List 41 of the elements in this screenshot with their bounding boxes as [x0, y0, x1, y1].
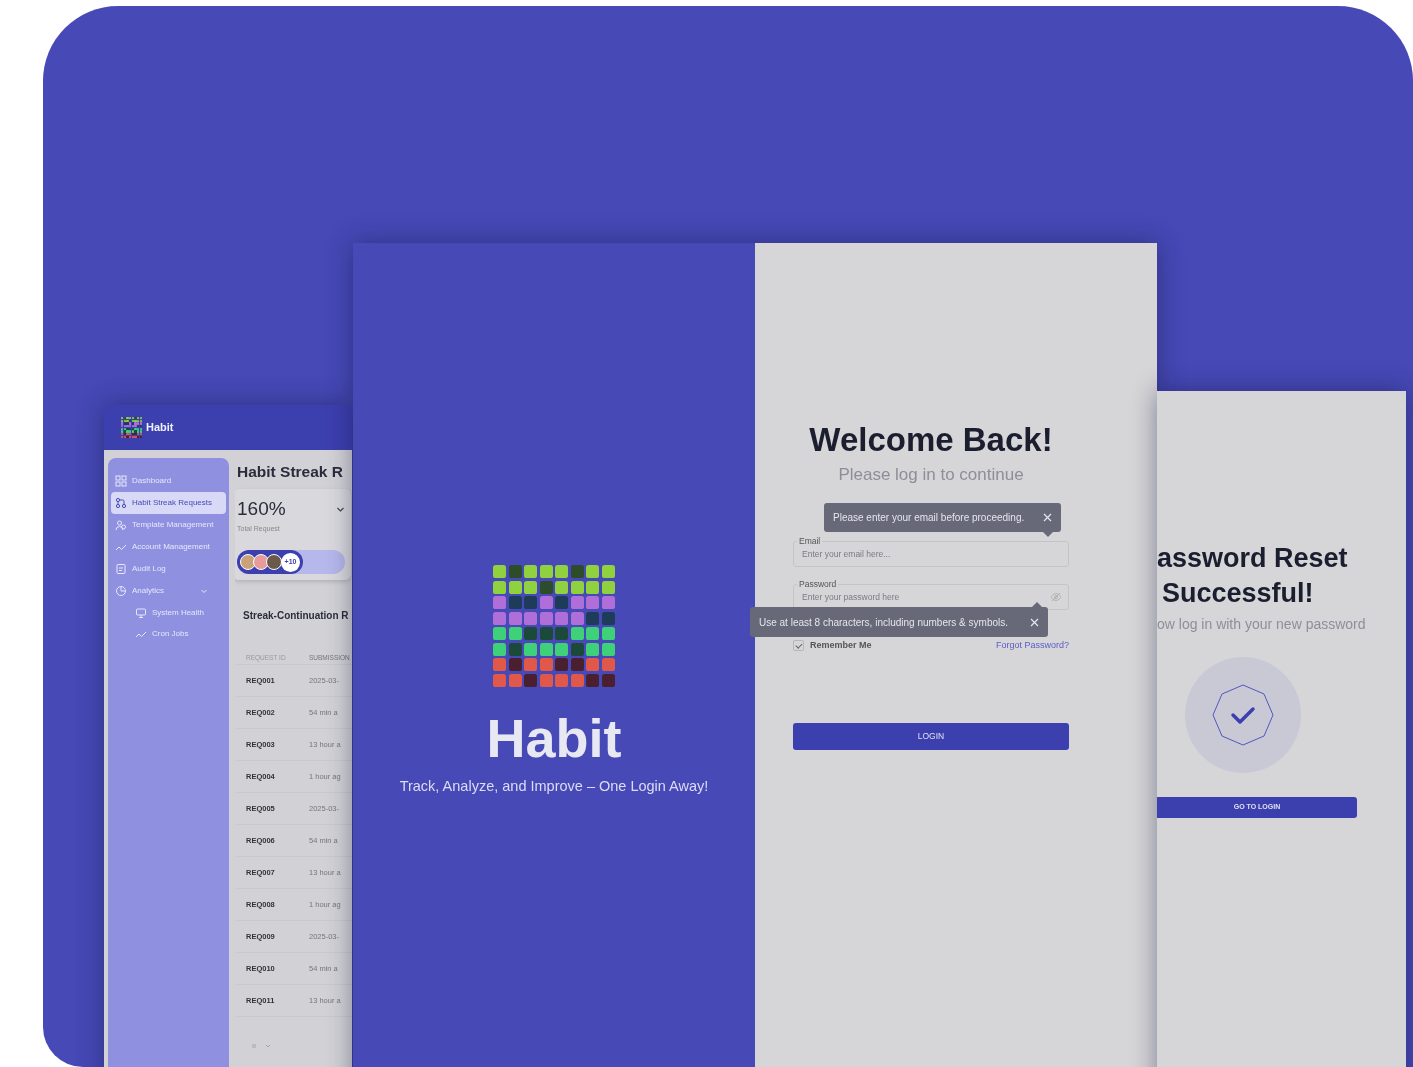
sidebar-item[interactable]: Analytics [111, 580, 226, 602]
brand-name: Habit [146, 420, 174, 436]
field-label: Password [797, 579, 839, 590]
chart-icon [115, 585, 127, 597]
checkbox[interactable] [793, 640, 804, 652]
logo-icon [493, 565, 615, 687]
grid-icon [115, 475, 127, 487]
avatar [240, 554, 256, 571]
reset-title: assword Reset [1157, 542, 1349, 575]
tagline: Track, Analyze, and Improve – One Login Away! [399, 776, 709, 796]
login-button[interactable]: LOGIN [793, 722, 1069, 750]
checkbox-label: Remember Me [810, 639, 872, 653]
close-icon[interactable] [1030, 617, 1039, 627]
sidebar-item[interactable]: Audit Log [111, 558, 226, 580]
field-label: Email [797, 536, 823, 547]
reset-title: Successful! [1161, 576, 1315, 610]
stat-value: 160% [237, 497, 286, 522]
sidebar-item[interactable]: Habit Streak Requests [111, 492, 226, 514]
sidebar-item[interactable]: Account Management [111, 536, 226, 558]
reset-subtitle: ow log in with your new password [1157, 615, 1367, 635]
tooltip-text: Use at least 8 characters, including numbers & symbols. [759, 615, 1009, 630]
sidebar-item[interactable]: Cron Jobs [111, 623, 226, 644]
document-icon [115, 563, 127, 575]
branch-icon [115, 497, 127, 509]
section-title: Streak-Continuation R [243, 609, 350, 624]
login-title: Welcome Back! [808, 420, 1054, 460]
close-icon[interactable] [1043, 513, 1052, 522]
avatar [266, 554, 282, 571]
sidebar-item[interactable]: System Health [111, 602, 226, 623]
brand-name: Habit [486, 708, 622, 768]
avatar [253, 554, 269, 571]
users-icon [115, 519, 127, 531]
monitor-icon [135, 606, 147, 619]
sidebar-item[interactable]: Template Management [111, 514, 226, 536]
forgot-password-link[interactable]: Forgot Password? [995, 639, 1069, 653]
sidebar-item[interactable]: Dashboard [111, 470, 226, 492]
login-subtitle: Please log in to continue [837, 463, 1025, 486]
page-title: Habit Streak R [237, 462, 344, 482]
tooltip-text: Please enter your email before proceeding. [833, 511, 1026, 525]
logo-icon [121, 417, 142, 438]
chevron-icon[interactable] [336, 505, 345, 514]
